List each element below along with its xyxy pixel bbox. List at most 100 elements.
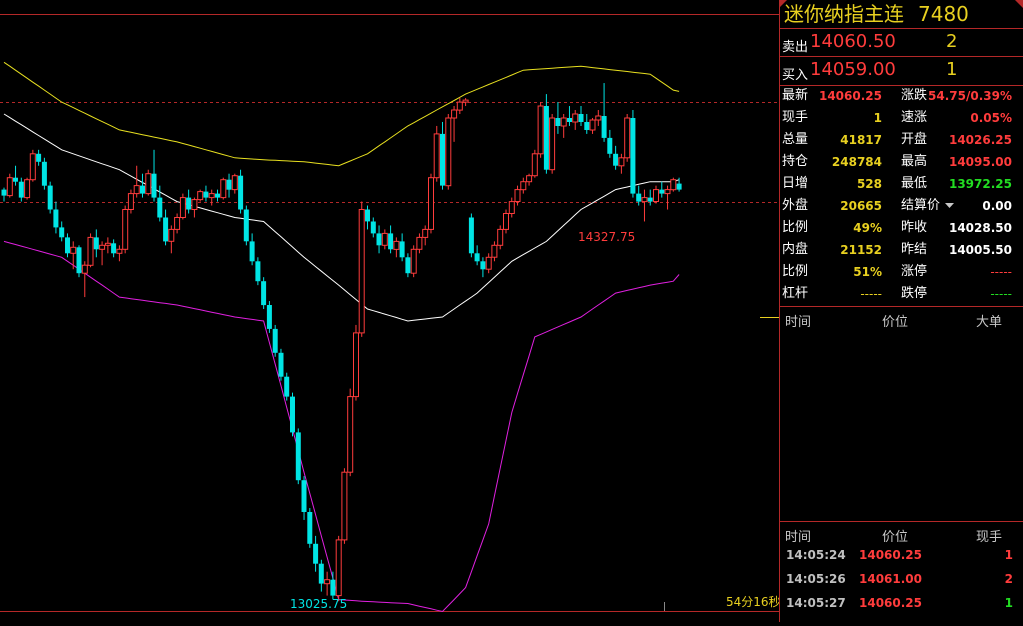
instrument-name: 迷你纳指主连 <box>784 2 904 26</box>
stat-value: 54.75/0.39% <box>928 89 1012 103</box>
tick-row[interactable]: 14:05:27 14060.25 1 <box>780 592 1023 615</box>
stat-row: 最高 14095.00 <box>899 151 1012 173</box>
candle[interactable] <box>543 94 549 174</box>
settle-dropdown-icon[interactable] <box>945 203 954 209</box>
candle-body <box>416 236 423 250</box>
candle[interactable] <box>284 372 290 401</box>
candle[interactable] <box>145 169 152 196</box>
candle[interactable] <box>272 324 278 357</box>
tick-col-price: 价位 <box>882 530 909 545</box>
tick-row[interactable]: 14:05:24 14060.25 1 <box>780 544 1023 567</box>
candle[interactable] <box>428 173 434 234</box>
candle[interactable] <box>290 392 295 437</box>
candle-body <box>313 543 319 564</box>
candle[interactable] <box>179 193 186 220</box>
sell-quote-row[interactable]: 卖出 14060.50 2 <box>780 29 1023 57</box>
candle[interactable] <box>353 324 359 401</box>
stat-label: 外盘 <box>782 198 809 213</box>
candle-body <box>531 153 538 177</box>
stat-label: 结算价 <box>901 198 941 213</box>
candle[interactable] <box>255 257 261 286</box>
candle-body <box>243 209 249 242</box>
candle[interactable] <box>347 388 354 477</box>
candle[interactable] <box>497 225 504 250</box>
candle-body <box>636 193 642 202</box>
candle[interactable] <box>29 149 36 182</box>
candle-body <box>353 332 359 398</box>
candle-body <box>584 122 590 130</box>
stat-label: 比例 <box>782 264 809 279</box>
candle-body <box>168 228 175 242</box>
candle[interactable] <box>410 245 417 278</box>
candle-body <box>163 217 169 242</box>
candle-body <box>399 241 405 258</box>
buy-quote-row[interactable]: 买入 14059.00 1 <box>780 57 1023 85</box>
candle-body <box>330 579 336 596</box>
candle[interactable] <box>537 102 544 158</box>
candle[interactable] <box>76 245 82 278</box>
sell-price: 14060.50 <box>810 31 896 52</box>
candle[interactable] <box>335 535 342 602</box>
candle[interactable] <box>266 301 272 333</box>
candle[interactable] <box>24 177 31 200</box>
stat-value: 20665 <box>840 199 882 213</box>
candle-body <box>24 179 31 199</box>
candle[interactable] <box>220 177 227 200</box>
candle[interactable] <box>341 468 348 544</box>
candle-body <box>231 175 238 191</box>
candle-body <box>208 193 215 199</box>
sell-label: 卖出 <box>782 40 809 55</box>
candle-body <box>664 189 671 195</box>
candle[interactable] <box>670 177 677 192</box>
candle[interactable] <box>243 205 249 246</box>
candle[interactable] <box>238 169 244 214</box>
candle-body <box>65 237 70 254</box>
candle[interactable] <box>358 201 365 337</box>
stat-label: 涨跌 <box>901 88 928 103</box>
candle-body <box>226 179 232 190</box>
candle[interactable] <box>47 181 53 214</box>
candle-body <box>376 233 382 246</box>
tick-time: 14:05:26 <box>786 572 846 586</box>
candle[interactable] <box>624 114 631 162</box>
candle[interactable] <box>503 209 509 234</box>
candlestick-chart[interactable]: 14327.75 13025.75 54分16秒 <box>0 0 781 622</box>
divider <box>780 521 1023 522</box>
stat-row: 结算价 0.00 <box>899 195 1012 217</box>
candle[interactable] <box>122 205 129 254</box>
big-order-list[interactable] <box>780 330 1023 520</box>
candle[interactable] <box>127 189 134 214</box>
candle[interactable] <box>433 125 440 182</box>
candle[interactable] <box>307 508 313 548</box>
candle[interactable] <box>87 233 94 268</box>
candle[interactable] <box>197 189 204 202</box>
candle[interactable] <box>468 213 474 258</box>
candle[interactable] <box>630 110 636 198</box>
stat-row: 昨结 14005.50 <box>899 239 1012 261</box>
candle-body <box>670 179 677 191</box>
candle-body <box>618 157 625 167</box>
candle-body <box>318 563 324 584</box>
candle[interactable] <box>531 149 538 178</box>
candle-body <box>370 221 376 234</box>
stat-label: 日增 <box>782 176 809 191</box>
candle-body <box>497 228 504 246</box>
tick-row[interactable]: 14:05:26 14061.00 2 <box>780 568 1023 591</box>
candle[interactable] <box>549 114 556 174</box>
stat-value: 51% <box>853 265 882 279</box>
candle[interactable] <box>295 428 301 485</box>
candle-body <box>272 328 278 353</box>
candle-body <box>388 233 394 250</box>
stat-label: 总量 <box>782 132 809 147</box>
stat-row: 比例 51% <box>780 261 882 283</box>
stat-row: 内盘 21152 <box>780 239 882 261</box>
candle[interactable] <box>261 277 267 310</box>
candle[interactable] <box>6 173 13 198</box>
candle-body <box>238 175 244 210</box>
candle[interactable] <box>41 157 47 190</box>
chart-canvas[interactable]: 14327.75 13025.75 54分16秒 <box>0 0 781 622</box>
candle[interactable] <box>278 348 284 381</box>
candle-body <box>428 177 434 230</box>
big-order-col-time: 时间 <box>785 315 812 330</box>
candle[interactable] <box>445 114 452 190</box>
